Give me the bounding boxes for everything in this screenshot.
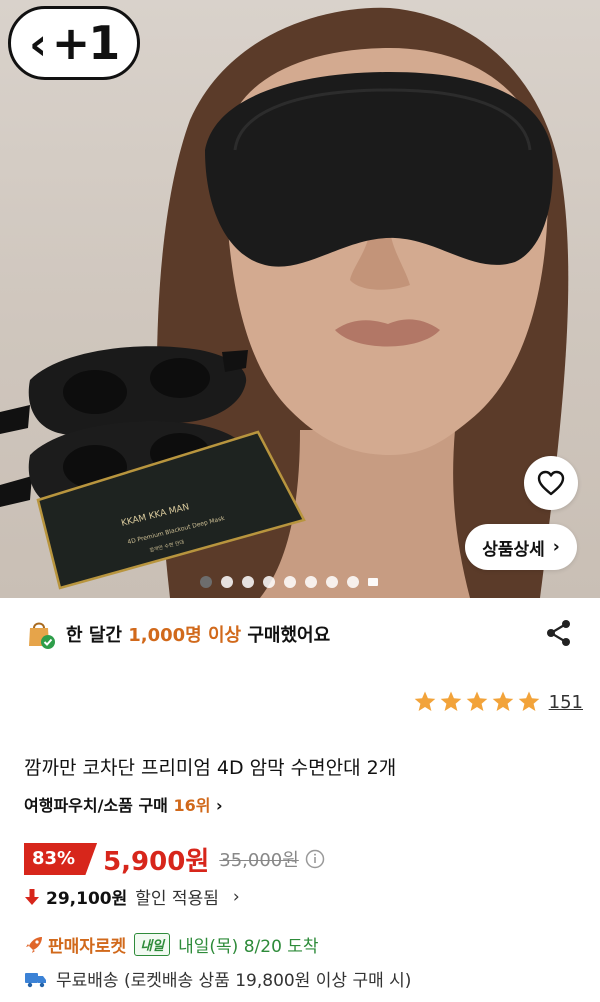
seller-rocket-label: 판매자로켓 — [48, 937, 127, 957]
one-plus-one-badge[interactable]: ‹ +1 — [8, 6, 140, 80]
carousel-dot[interactable] — [368, 578, 378, 586]
rating-stars — [413, 690, 541, 714]
wishlist-button[interactable] — [524, 456, 578, 510]
chevron-right-icon: › — [216, 796, 223, 815]
price-row: 83% 5,900원 35,000원 — [24, 842, 325, 877]
product-photo: KKAM KKA MAN 4D Premium Blackout Deep Ma… — [0, 7, 569, 598]
star-icon — [518, 691, 539, 711]
discount-badge: 83% — [24, 843, 98, 875]
carousel-dot[interactable] — [221, 576, 233, 588]
shopping-bag-check-icon — [29, 622, 55, 649]
arrow-down-icon — [25, 888, 39, 905]
purchase-count-row: 한 달간 1,000명 이상 구매했어요 — [24, 614, 576, 654]
star-icon — [492, 691, 513, 711]
sale-price: 5,900원 — [103, 846, 210, 877]
carousel-dot[interactable] — [347, 576, 359, 588]
heart-icon — [537, 470, 565, 496]
carousel-dot[interactable] — [284, 576, 296, 588]
delivery-row: 판매자로켓 내일 내일(목) 8/20 도착 — [24, 932, 319, 957]
carousel-dot[interactable] — [200, 576, 212, 588]
product-title: 깜까만 코차단 프리미엄 4D 암막 수면안대 2개 — [24, 757, 397, 779]
chevron-right-icon: › — [232, 886, 240, 907]
coupon-text: 할인 적용됨 — [135, 889, 219, 909]
shipping-text: 무료배송 (로켓배송 상품 19,800원 이상 구매 시) — [56, 971, 412, 991]
coupon-discount-row[interactable]: 29,100원 할인 적용됨 › — [24, 884, 240, 909]
star-icon — [440, 691, 461, 711]
category-rank-link[interactable]: 여행파우치/소품 구매 16위 › — [24, 792, 223, 816]
carousel-dot[interactable] — [305, 576, 317, 588]
rocket-icon — [26, 936, 42, 953]
product-detail-label: 상품상세 — [482, 539, 545, 560]
delivery-eta: 내일(목) 8/20 도착 — [178, 937, 319, 957]
tomorrow-chip: 내일 — [134, 933, 171, 956]
star-icon — [414, 691, 435, 711]
original-price: 35,000원 — [219, 850, 299, 871]
shipping-row: 무료배송 (로켓배송 상품 19,800원 이상 구매 시) — [24, 966, 411, 991]
back-icon[interactable]: ‹ — [29, 23, 47, 67]
coupon-amount: 29,100원 — [46, 889, 128, 909]
info-icon[interactable] — [305, 849, 325, 869]
carousel-dot[interactable] — [326, 576, 338, 588]
product-image-carousel[interactable]: KKAM KKA MAN 4D Premium Blackout Deep Ma… — [0, 0, 600, 598]
chevron-right-icon: › — [552, 537, 560, 557]
carousel-dot[interactable] — [242, 576, 254, 588]
rating-row[interactable]: 151 — [413, 690, 583, 714]
truck-icon — [25, 972, 46, 987]
product-detail-button[interactable]: 상품상세 › — [465, 524, 577, 570]
star-icon — [466, 691, 487, 711]
carousel-indicators — [200, 576, 378, 588]
review-count-link[interactable]: 151 — [549, 692, 583, 713]
share-icon[interactable] — [544, 618, 574, 648]
carousel-dot[interactable] — [263, 576, 275, 588]
badge-label: +1 — [51, 16, 121, 70]
purchase-count-text: 한 달간 1,000명 이상 구매했어요 — [66, 625, 331, 646]
